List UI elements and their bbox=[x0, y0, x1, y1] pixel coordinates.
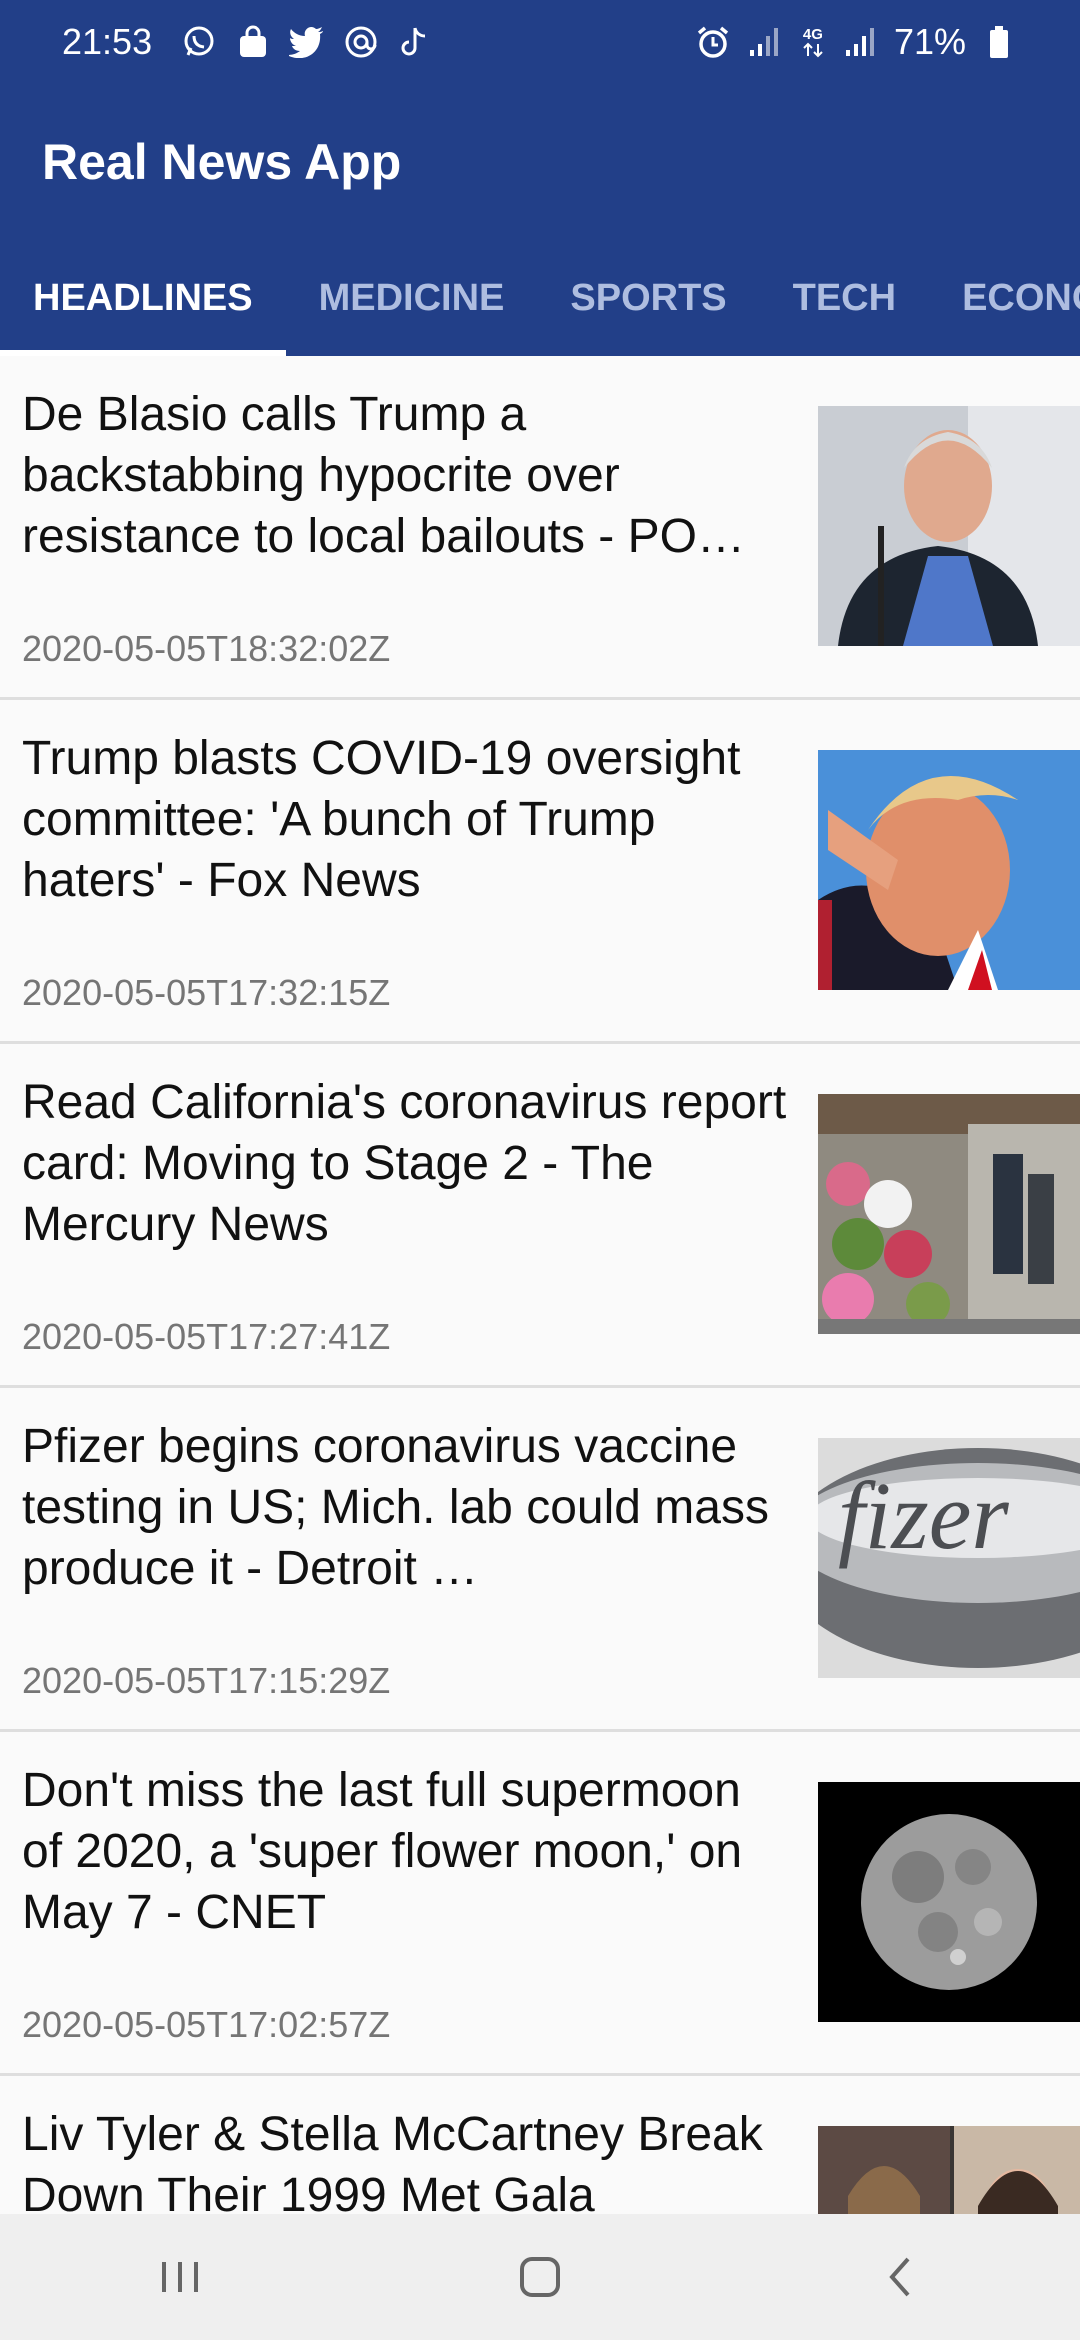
article-item[interactable]: Read California's coronavirus report car… bbox=[0, 1044, 1080, 1388]
article-date: 2020-05-05T17:27:41Z bbox=[22, 1316, 391, 1357]
article-date: 2020-05-05T17:02:57Z bbox=[22, 2004, 391, 2045]
system-nav-bar bbox=[0, 2214, 1080, 2340]
back-button[interactable] bbox=[840, 2237, 960, 2317]
4g-icon: 4G bbox=[798, 23, 828, 61]
tab-medicine[interactable]: MEDICINE bbox=[286, 240, 538, 356]
article-thumbnail[interactable] bbox=[818, 1094, 1080, 1334]
battery-icon bbox=[980, 23, 1018, 61]
battery-percent: 71% bbox=[893, 21, 966, 62]
article-date: 2020-05-05T18:32:02Z bbox=[22, 628, 391, 669]
alarm-icon bbox=[694, 23, 732, 61]
recent-apps-icon bbox=[162, 2262, 198, 2292]
signal-icon bbox=[842, 23, 880, 61]
signal-icon bbox=[746, 23, 784, 61]
article-thumbnail[interactable] bbox=[818, 2126, 1080, 2214]
app-title: Real News App bbox=[42, 134, 402, 190]
tab-headlines[interactable]: HEADLINES bbox=[0, 240, 286, 356]
article-item[interactable]: Don't miss the last full supermoon of 20… bbox=[0, 1732, 1080, 2076]
app-bar: Real News App bbox=[0, 84, 1080, 240]
article-list: De Blasio calls Trump a backstabbing hyp… bbox=[0, 356, 1080, 2214]
article-thumbnail[interactable] bbox=[818, 750, 1080, 990]
tab-tech[interactable]: TECH bbox=[760, 240, 929, 356]
at-sign-icon bbox=[342, 23, 380, 61]
tiktok-icon bbox=[396, 23, 434, 61]
article-headline[interactable]: Don't miss the last full supermoon of 20… bbox=[22, 1760, 792, 1943]
tab-economy[interactable]: ECONOM bbox=[929, 240, 1080, 356]
article-item[interactable]: De Blasio calls Trump a backstabbing hyp… bbox=[0, 356, 1080, 700]
recent-apps-button[interactable] bbox=[120, 2237, 240, 2317]
status-time: 21:53 bbox=[62, 21, 153, 62]
back-icon bbox=[889, 2257, 910, 2297]
article-headline[interactable]: De Blasio calls Trump a backstabbing hyp… bbox=[22, 384, 792, 567]
article-headline[interactable]: Pfizer begins coronavirus vaccine testin… bbox=[22, 1416, 792, 1599]
article-thumbnail[interactable] bbox=[818, 406, 1080, 646]
article-headline[interactable]: Read California's coronavirus report car… bbox=[22, 1072, 792, 1255]
article-item[interactable]: Pfizer begins coronavirus vaccine testin… bbox=[0, 1388, 1080, 1732]
shopping-bag-icon bbox=[234, 23, 272, 61]
tab-sports[interactable]: SPORTS bbox=[537, 240, 759, 356]
article-date: 2020-05-05T17:15:29Z bbox=[22, 1660, 391, 1701]
category-tabs: HEADLINES MEDICINE SPORTS TECH ECONOM bbox=[0, 240, 1080, 356]
article-item[interactable]: Trump blasts COVID-19 oversight committe… bbox=[0, 700, 1080, 1044]
home-button[interactable] bbox=[480, 2237, 600, 2317]
article-headline[interactable]: Liv Tyler & Stella McCartney Break Down … bbox=[22, 2104, 792, 2214]
whatsapp-icon bbox=[180, 23, 218, 61]
article-thumbnail[interactable]: fizer bbox=[818, 1438, 1080, 1678]
network-label: 4G bbox=[802, 25, 823, 43]
status-bar: 21:53 4G 71% bbox=[0, 0, 1080, 84]
twitter-icon bbox=[288, 23, 326, 61]
pfizer-logo-text: fizer bbox=[838, 1462, 1009, 1569]
article-headline[interactable]: Trump blasts COVID-19 oversight committe… bbox=[22, 728, 792, 911]
article-item[interactable]: Liv Tyler & Stella McCartney Break Down … bbox=[0, 2076, 1080, 2214]
home-icon bbox=[520, 2257, 560, 2297]
article-thumbnail[interactable] bbox=[818, 1782, 1080, 2022]
article-date: 2020-05-05T17:32:15Z bbox=[22, 972, 391, 1013]
